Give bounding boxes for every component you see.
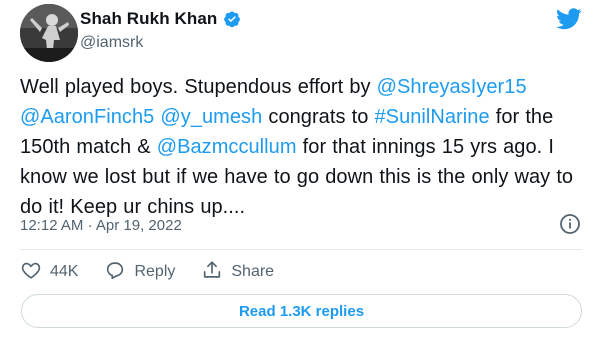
reply-bubble-icon: [104, 259, 126, 286]
tweet-card: Shah Rukh Khan @iamsrk Well played boys.…: [0, 0, 600, 338]
mention-link[interactable]: @y_umesh: [160, 106, 262, 128]
tweet-time[interactable]: 12:12 AM: [20, 217, 83, 234]
twitter-bird-icon[interactable]: [556, 8, 582, 30]
read-replies-button[interactable]: Read 1.3K replies: [21, 294, 582, 328]
reply-label: Reply: [134, 263, 176, 280]
author-display-name[interactable]: Shah Rukh Khan: [80, 9, 217, 29]
like-count: 44K: [50, 263, 79, 280]
mention-link[interactable]: @AaronFinch5: [20, 106, 154, 128]
reply-button[interactable]: Reply: [104, 259, 175, 286]
tweet-date[interactable]: Apr 19, 2022: [96, 217, 182, 234]
author-handle[interactable]: @iamsrk: [80, 34, 143, 52]
like-button[interactable]: 44K: [20, 259, 78, 286]
timestamp-separator: ·: [87, 217, 93, 234]
author-name-row[interactable]: Shah Rukh Khan: [80, 9, 241, 29]
heart-icon: [20, 259, 42, 286]
tweet-timestamp[interactable]: 12:12 AM · Apr 19, 2022: [20, 217, 182, 234]
info-icon[interactable]: [558, 212, 582, 236]
share-label: Share: [231, 263, 275, 280]
mention-link[interactable]: @ShreyasIyer15: [377, 76, 527, 98]
tweet-text-segment: congrats to: [262, 106, 375, 128]
divider: [20, 249, 582, 250]
tweet-body: Well played boys. Stupendous effort by @…: [20, 72, 590, 222]
action-bar: 44K Reply Share: [20, 259, 300, 285]
verified-badge-icon: [223, 10, 241, 28]
avatar[interactable]: [20, 4, 78, 62]
hashtag-link[interactable]: #SunilNarine: [375, 106, 490, 128]
share-icon: [201, 259, 223, 286]
share-button[interactable]: Share: [201, 259, 274, 286]
mention-link[interactable]: @Bazmccullum: [157, 136, 297, 158]
tweet-text-segment: Well played boys. Stupendous effort by: [20, 76, 377, 98]
